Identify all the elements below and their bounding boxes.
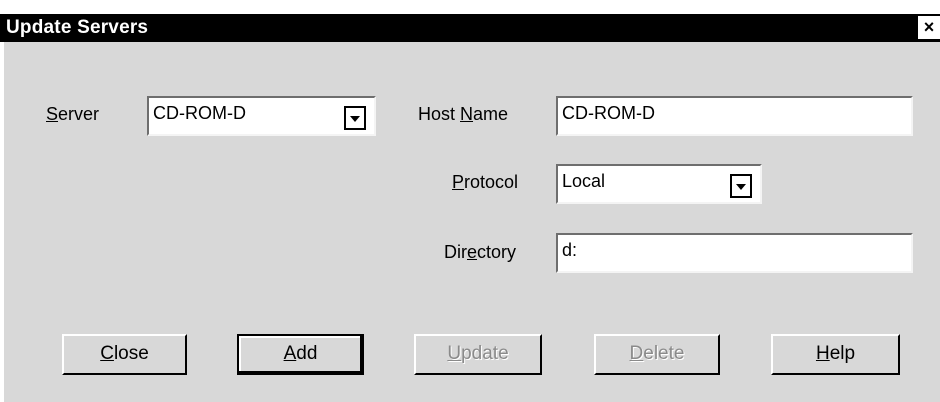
close-button-mnemonic: C [100,343,114,364]
window-left-border [0,42,4,402]
host-name-field[interactable]: CD-ROM-D [556,96,913,136]
delete-button[interactable]: Delete [594,334,720,375]
server-label-rest: erver [58,104,100,124]
update-button-mnemonic: U [447,343,462,364]
host-name-label-mnemonic: N [460,104,474,124]
host-name-label-pre: Host [418,104,461,124]
server-dropdown-button[interactable] [344,106,366,130]
add-button-rest: dd [296,343,318,364]
directory-label-pre: Dir [444,242,467,262]
chevron-down-icon [350,116,360,122]
protocol-label-rest: rotocol [464,172,519,192]
directory-label: Directory [444,242,516,263]
protocol-label: Protocol [452,172,518,193]
directory-value: d: [562,240,578,260]
delete-button-rest: elete [643,343,685,364]
server-label: Server [46,104,99,125]
help-button[interactable]: Help [771,334,900,375]
close-button-rest: lose [113,343,149,364]
host-name-value: CD-ROM-D [562,103,655,123]
add-button[interactable]: Add [237,334,364,375]
directory-label-mnemonic: e [467,242,478,262]
protocol-label-mnemonic: P [452,172,465,192]
directory-field[interactable]: d: [556,233,913,273]
update-servers-dialog: Update Servers × Server CD-ROM-D Host Na… [0,0,940,402]
chevron-down-icon [736,184,746,190]
update-button-rest: pdate [461,343,509,364]
close-icon[interactable]: × [918,16,940,39]
help-button-mnemonic: H [815,343,830,364]
delete-button-mnemonic: D [629,343,644,364]
protocol-dropdown-button[interactable] [730,174,752,198]
protocol-dropdown[interactable]: Local [556,164,762,204]
add-button-mnemonic: A [283,343,297,364]
title-bar[interactable]: Update Servers × [0,14,940,42]
help-button-rest: elp [829,343,856,364]
directory-label-rest: ctory [477,242,517,262]
server-dropdown[interactable]: CD-ROM-D [147,96,376,136]
window-title: Update Servers [6,17,149,38]
host-name-label: Host Name [418,104,508,125]
server-label-mnemonic: S [46,104,59,124]
protocol-dropdown-value: Local [562,171,606,191]
close-button[interactable]: Close [62,334,187,375]
host-name-label-rest: ame [473,104,509,124]
server-dropdown-value: CD-ROM-D [153,103,246,123]
update-button[interactable]: Update [414,334,542,375]
